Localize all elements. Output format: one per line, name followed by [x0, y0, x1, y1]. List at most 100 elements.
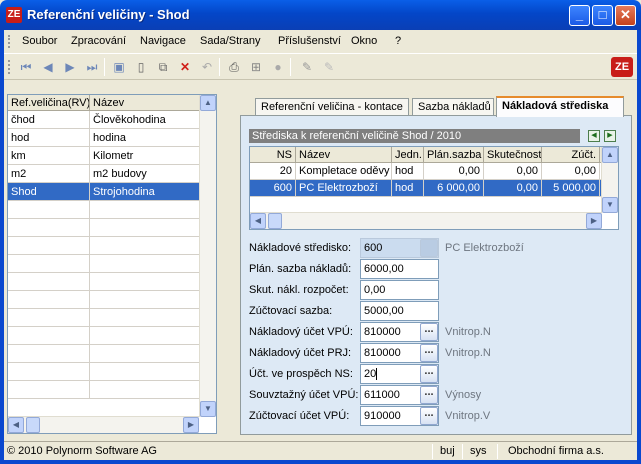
table-row[interactable]: 20 Kompletace oděvy hod 0,00 0,00 0,00 — [250, 163, 618, 180]
delete-icon[interactable]: ✕ — [177, 59, 193, 75]
ucet-prj-lookup-button[interactable]: ... — [420, 344, 438, 362]
menu-soubor[interactable]: Soubor — [22, 35, 57, 47]
empty-cell — [8, 363, 90, 381]
save-icon[interactable]: ▣ — [111, 59, 127, 75]
empty-table-row[interactable] — [8, 237, 216, 255]
empty-table-row[interactable] — [8, 345, 216, 363]
empty-table-row[interactable] — [8, 201, 216, 219]
prev-page-icon[interactable]: ◀ — [588, 130, 600, 142]
toolbar: ⏮ ◀ ▶ ⏭ ▣ ▯ ⧉ ✕ ↶ ⎙ ⊞ ● ✎ ✎ ZE — [4, 53, 637, 80]
print-icon[interactable]: ⎙ — [226, 59, 242, 75]
vertical-scrollbar[interactable]: ▲ ▼ — [601, 147, 618, 213]
empty-cell — [90, 219, 216, 237]
menu-sada-strany[interactable]: Sada/Strany — [200, 35, 261, 47]
app-icon[interactable]: ZE — [6, 7, 22, 23]
edit-icon[interactable]: ✎ — [299, 59, 315, 75]
column-header-jedn[interactable]: Jedn. — [392, 147, 424, 163]
scroll-left-icon[interactable]: ◀ — [250, 213, 266, 229]
empty-table-row[interactable] — [8, 291, 216, 309]
empty-cell — [90, 345, 216, 363]
scroll-left-icon[interactable]: ◀ — [8, 417, 24, 433]
window-frame-bottom — [0, 460, 641, 464]
souv-ucet-lookup-button[interactable]: ... — [420, 386, 438, 404]
next-page-icon[interactable]: ▶ — [604, 130, 616, 142]
menu-zpracovani[interactable]: Zpracování — [71, 35, 126, 47]
cost-center-grid[interactable]: NS Název Jedn. Plán.sazba Skutečnost Zúč… — [249, 146, 619, 230]
last-record-icon[interactable]: ⏭ — [84, 59, 100, 75]
horizontal-scrollbar[interactable]: ◀ ▶ — [8, 416, 199, 433]
scroll-up-icon[interactable]: ▲ — [602, 147, 618, 163]
empty-table-row[interactable] — [8, 363, 216, 381]
menu-grip-icon[interactable] — [8, 35, 11, 48]
stop-icon[interactable]: ● — [270, 59, 286, 75]
label-plan-sazba: Plán. sazba nákladů: — [249, 263, 352, 275]
ucet-ns-lookup-button[interactable]: ... — [420, 365, 438, 383]
column-header-ns[interactable]: NS — [250, 147, 296, 163]
column-header-plan[interactable]: Plán.sazba — [424, 147, 484, 163]
table-row[interactable]: m2 m2 budovy — [8, 165, 216, 183]
table-row[interactable]: hod hodina — [8, 129, 216, 147]
scroll-right-icon[interactable]: ▶ — [586, 213, 602, 229]
ucet-vpu-lookup-button[interactable]: ... — [420, 323, 438, 341]
previous-record-icon[interactable]: ◀ — [40, 59, 56, 75]
table-row-selected[interactable]: Shod Strojohodina — [8, 183, 216, 201]
table-row[interactable]: km Kilometr — [8, 147, 216, 165]
scroll-thumb[interactable] — [26, 417, 40, 433]
status-copyright: © 2010 Polynorm Software AG — [7, 445, 157, 457]
menu-prislusenstvi[interactable]: Příslušenství — [278, 35, 341, 47]
empty-cell — [8, 219, 90, 237]
close-button[interactable]: ✕ — [615, 5, 636, 26]
empty-cell — [90, 381, 216, 399]
table-row[interactable]: čhod Člověkohodina — [8, 111, 216, 129]
scroll-up-icon[interactable]: ▲ — [200, 95, 216, 111]
column-header-ref[interactable]: Ref.veličina(RV) — [8, 95, 90, 111]
zuct-ucet-lookup-button[interactable]: ... — [420, 407, 438, 425]
menu-okno[interactable]: Okno — [351, 35, 377, 47]
scroll-down-icon[interactable]: ▼ — [200, 401, 216, 417]
ref-quantity-grid[interactable]: Ref.veličina(RV) Název čhod Člověkohodin… — [7, 94, 217, 434]
empty-table-row[interactable] — [8, 381, 216, 399]
skut-rozpocet-field[interactable]: 0,00 — [360, 280, 439, 300]
table-row-selected[interactable]: 600 PC Elektrozboží hod 6 000,00 0,00 5 … — [250, 180, 618, 197]
column-header-name[interactable]: Název — [90, 95, 216, 111]
copy-icon[interactable]: ⧉ — [155, 59, 171, 75]
next-record-icon[interactable]: ▶ — [62, 59, 78, 75]
zuct-sazba-field[interactable]: 5000,00 — [360, 301, 439, 321]
tab-sazba-nakladu[interactable]: Sazba nákladů — [412, 98, 494, 116]
horizontal-scrollbar[interactable]: ◀ ▶ — [250, 212, 602, 229]
empty-cell — [90, 237, 216, 255]
empty-cell — [8, 273, 90, 291]
empty-table-row[interactable] — [8, 255, 216, 273]
scroll-thumb[interactable] — [268, 213, 282, 229]
vertical-scrollbar[interactable]: ▲ ▼ — [199, 95, 216, 417]
column-header-zuct[interactable]: Zúčt. — [542, 147, 600, 163]
maximize-button[interactable]: □ — [592, 5, 613, 26]
empty-table-row[interactable] — [8, 309, 216, 327]
empty-table-row[interactable] — [8, 219, 216, 237]
minimize-button[interactable]: _ — [569, 5, 590, 26]
first-record-icon[interactable]: ⏮ — [18, 59, 34, 75]
tree-icon[interactable]: ⊞ — [248, 59, 264, 75]
column-header-skutecnost[interactable]: Skutečnost — [484, 147, 542, 163]
cell-ns: 600 — [250, 180, 296, 197]
souv-ucet-desc: Výnosy — [445, 389, 482, 401]
cell-plan: 0,00 — [424, 163, 484, 180]
tab-nakladova-strediska[interactable]: Nákladová střediska — [496, 96, 624, 117]
edit-disabled-icon[interactable]: ✎ — [321, 59, 337, 75]
sub-grid-title: Střediska k referenční veličině Shod / 2… — [249, 129, 580, 143]
menu-help[interactable]: ? — [395, 35, 401, 47]
toolbar-grip-icon[interactable] — [8, 60, 11, 74]
column-header-nazev[interactable]: Název — [296, 147, 392, 163]
tab-kontace[interactable]: Referenční veličina - kontace — [255, 98, 409, 116]
empty-table-row[interactable] — [8, 327, 216, 345]
window-title: Referenční veličiny - Shod — [27, 7, 190, 22]
plan-sazba-field[interactable]: 6000,00 — [360, 259, 439, 279]
menu-navigace[interactable]: Navigace — [140, 35, 186, 47]
empty-cell — [8, 255, 90, 273]
scroll-right-icon[interactable]: ▶ — [183, 417, 199, 433]
cell-skutecnost: 0,00 — [484, 180, 542, 197]
scroll-down-icon[interactable]: ▼ — [602, 197, 618, 213]
undo-icon[interactable]: ↶ — [199, 59, 215, 75]
new-icon[interactable]: ▯ — [133, 59, 149, 75]
empty-table-row[interactable] — [8, 273, 216, 291]
